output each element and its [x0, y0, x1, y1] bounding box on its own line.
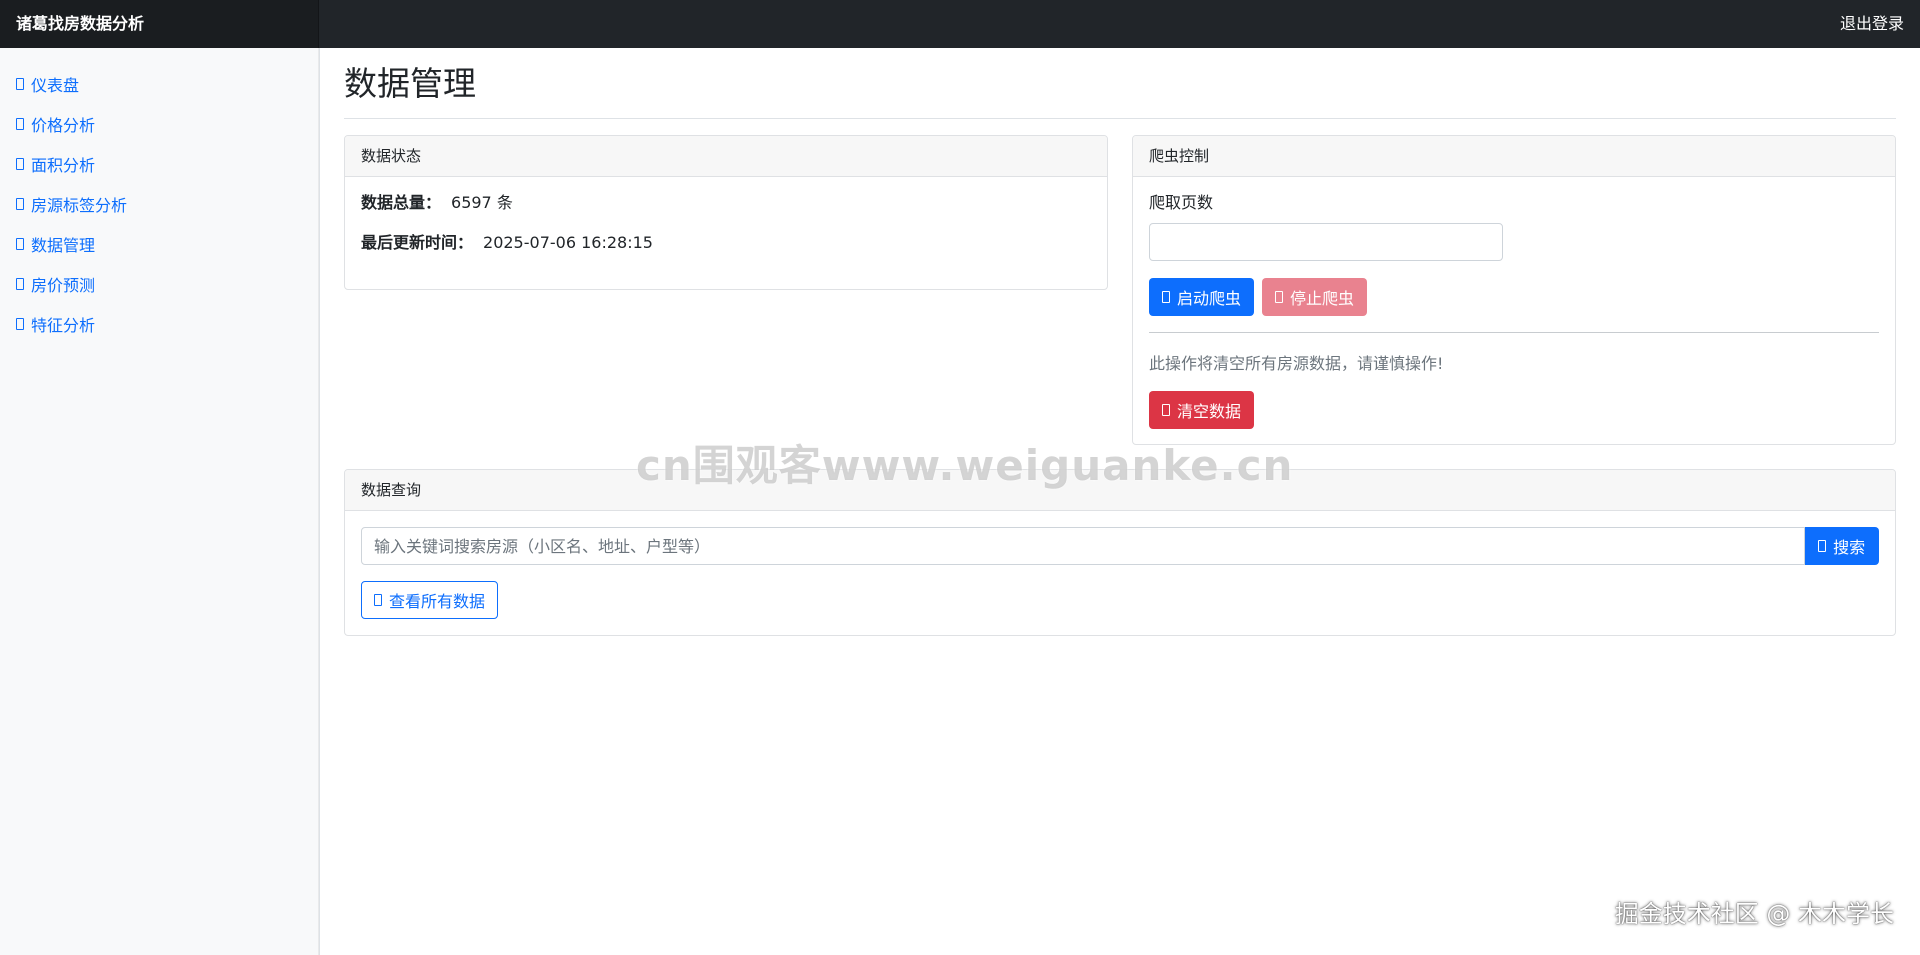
crawl-pages-input[interactable]: [1149, 223, 1503, 261]
sidebar: 仪表盘 价格分析 面积分析 房源标签分析 数据管理 房价预测 特征分析: [0, 48, 320, 955]
sidebar-item-label: 特征分析: [31, 316, 96, 335]
crawl-pages-label: 爬取页数: [1149, 193, 1214, 212]
start-crawler-button[interactable]: 启动爬虫: [1149, 278, 1255, 316]
data-total-value: 6597 条: [451, 193, 513, 212]
sidebar-item-feature-analysis[interactable]: 特征分析: [0, 304, 319, 344]
sidebar-item-tag-analysis[interactable]: 房源标签分析: [0, 184, 319, 224]
sidebar-item-label: 数据管理: [31, 236, 96, 255]
stop-icon: [1275, 291, 1284, 303]
data-status-header: 数据状态: [345, 136, 1107, 177]
stop-crawler-button[interactable]: 停止爬虫: [1262, 278, 1368, 316]
trash-icon: [1162, 404, 1170, 416]
main-content: 数据管理 数据状态 数据总量： 6597 条 最后更新时间： 2025-07-06 …: [344, 48, 1896, 955]
sidebar-item-label: 价格分析: [31, 116, 96, 135]
page-title: 数据管理: [344, 64, 476, 103]
sidebar-item-label: 房源标签分析: [31, 196, 128, 215]
price-icon: [16, 118, 24, 130]
top-navbar: 诸葛找房数据分析 退出登录: [0, 0, 1920, 48]
area-icon: [16, 158, 24, 170]
logout-link[interactable]: 退出登录: [1840, 0, 1904, 48]
search-input[interactable]: [361, 527, 1806, 565]
data-query-card: 数据查询 搜索 查看所有数据: [344, 469, 1896, 636]
watermark-text: cn围观客www.weiguanke.cn: [636, 441, 1294, 490]
sidebar-item-price-analysis[interactable]: 价格分析: [0, 104, 319, 144]
view-all-data-label: 查看所有数据: [389, 592, 486, 611]
clear-data-label: 清空数据: [1177, 402, 1242, 421]
last-updated-value: 2025-07-06 16:28:15: [483, 233, 653, 252]
search-group: 搜索: [361, 527, 1879, 565]
sidebar-item-label: 仪表盘: [31, 76, 80, 95]
crawler-control-header: 爬虫控制: [1133, 136, 1895, 177]
search-button[interactable]: 搜索: [1805, 527, 1879, 565]
sidebar-item-area-analysis[interactable]: 面积分析: [0, 144, 319, 184]
play-icon: [1162, 291, 1170, 303]
data-total-label: 数据总量：: [361, 193, 442, 212]
crawler-divider: [1149, 332, 1879, 333]
dashboard-icon: [16, 78, 24, 90]
clear-data-button[interactable]: 清空数据: [1149, 391, 1255, 429]
footer-credit: 掘金技术社区 @ 木木学长: [1614, 900, 1894, 928]
sidebar-item-dashboard[interactable]: 仪表盘: [0, 64, 319, 104]
sidebar-item-price-prediction[interactable]: 房价预测: [0, 264, 319, 304]
crawler-control-card: 爬虫控制 爬取页数 启动爬虫 停止爬虫 此操作将清空所有房源数据，请谨慎操作!: [1132, 135, 1896, 445]
data-status-card: 数据状态 数据总量： 6597 条 最后更新时间： 2025-07-06 16:28…: [344, 135, 1108, 290]
tag-icon: [16, 198, 24, 210]
sidebar-item-label: 房价预测: [31, 276, 96, 295]
database-icon: [16, 238, 24, 250]
prediction-icon: [16, 278, 24, 290]
list-icon: [374, 594, 382, 606]
clear-warning-text: 此操作将清空所有房源数据，请谨慎操作!: [1149, 354, 1444, 373]
view-all-data-button[interactable]: 查看所有数据: [361, 581, 499, 619]
last-updated-row: 最后更新时间： 2025-07-06 16:28:15: [361, 231, 1091, 255]
search-icon: [1818, 540, 1827, 552]
last-updated-label: 最后更新时间：: [361, 233, 474, 252]
brand-title[interactable]: 诸葛找房数据分析: [0, 0, 319, 48]
stop-crawler-label: 停止爬虫: [1290, 289, 1355, 308]
start-crawler-label: 启动爬虫: [1177, 289, 1242, 308]
search-label: 搜索: [1833, 538, 1866, 557]
title-divider: [344, 118, 1896, 119]
sidebar-item-data-management[interactable]: 数据管理: [0, 224, 319, 264]
data-total-row: 数据总量： 6597 条: [361, 191, 1091, 215]
feature-icon: [16, 318, 24, 330]
sidebar-item-label: 面积分析: [31, 156, 96, 175]
